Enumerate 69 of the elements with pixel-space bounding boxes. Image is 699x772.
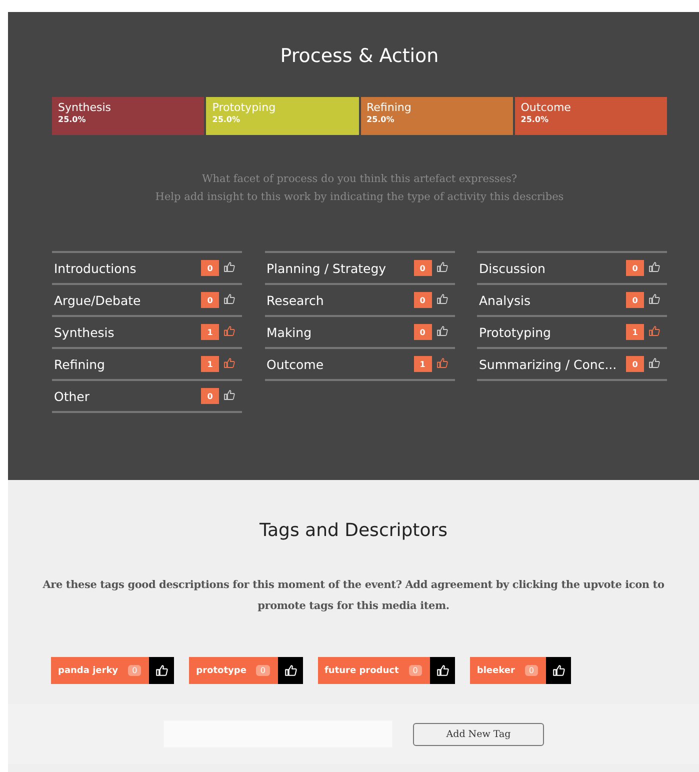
tag-count: 0	[128, 665, 142, 676]
segment-label: Refining	[366, 101, 412, 114]
tag-label: bleeker	[476, 666, 515, 676]
prompt-text: What facet of process do you think this artefact expresses?	[201, 173, 518, 185]
thumbs-up-icon[interactable]	[436, 324, 448, 336]
thumbs-up-icon[interactable]	[648, 356, 660, 368]
upvote-button[interactable]	[430, 657, 455, 684]
facet-label: Analysis	[479, 292, 532, 308]
segment-percent: 25.0%	[58, 115, 87, 124]
tag-count: 0	[256, 665, 270, 676]
tag-count: 0	[408, 665, 422, 676]
section-title: Process & Action	[279, 45, 440, 67]
segment-label: Prototyping	[212, 101, 277, 114]
vote-count: 0	[201, 260, 219, 276]
vote-count: 1	[626, 324, 644, 340]
segment-label: Synthesis	[58, 101, 112, 114]
vote-count: 1	[201, 356, 219, 372]
vote-count: 0	[626, 292, 644, 308]
add-tag-button[interactable]: Add New Tag	[413, 722, 544, 746]
thumbs-up-icon	[552, 664, 565, 677]
tag-label: future product	[324, 666, 399, 676]
segment-label: Outcome	[520, 101, 572, 114]
upvote-button[interactable]	[149, 657, 174, 684]
thumbs-up-icon	[155, 664, 168, 677]
section-title: Tags and Descriptors	[258, 520, 449, 541]
thumbs-up-icon[interactable]	[436, 356, 448, 368]
vote-count: 0	[414, 292, 432, 308]
vote-count: 0	[414, 324, 432, 340]
facet-label: Introductions	[54, 260, 138, 276]
thumbs-up-icon[interactable]	[223, 388, 235, 400]
vote-count: 1	[414, 356, 432, 372]
thumbs-up-icon[interactable]	[648, 292, 660, 304]
vote-count: 1	[201, 324, 219, 340]
vote-count: 0	[414, 260, 432, 276]
upvote-button[interactable]	[546, 657, 571, 684]
facet-label: Summarizing / Conc...	[479, 356, 618, 372]
thumbs-up-icon[interactable]	[436, 260, 448, 272]
facet-label: Synthesis	[54, 324, 116, 340]
facet-label: Planning / Strategy	[266, 260, 388, 276]
facet-label: Other	[54, 388, 90, 404]
segment-percent: 25.0%	[520, 115, 550, 124]
thumbs-up-icon[interactable]	[223, 292, 235, 304]
upvote-button[interactable]	[278, 657, 303, 684]
tag-label: panda jerky	[58, 666, 118, 676]
prompt-text: Are these tags good descriptions for this moment of the event? Add agreement by clicking the upvote icon to promote tags for this media item.	[42, 578, 666, 614]
thumbs-up-icon	[436, 664, 449, 677]
thumbs-up-icon[interactable]	[436, 292, 448, 304]
thumbs-up-icon[interactable]	[648, 324, 660, 336]
thumbs-up-icon	[284, 664, 297, 677]
facet-label: Discussion	[479, 260, 546, 276]
facet-label: Argue/Debate	[54, 292, 142, 308]
vote-count: 0	[626, 260, 644, 276]
thumbs-up-icon[interactable]	[223, 356, 235, 368]
tag-count: 0	[524, 665, 538, 676]
vote-count: 0	[201, 388, 219, 404]
prompt-text: Help add insight to this work by indicating the type of activity this describes	[154, 191, 565, 203]
tag-label: prototype	[196, 666, 246, 676]
facet-label: Prototyping	[479, 324, 552, 340]
facet-label: Refining	[54, 356, 106, 372]
facet-label: Making	[266, 324, 313, 340]
segment-percent: 25.0%	[212, 115, 242, 124]
facet-label: Outcome	[266, 356, 325, 372]
facet-label: Research	[266, 292, 325, 308]
segment-percent: 25.0%	[366, 115, 396, 124]
thumbs-up-icon[interactable]	[648, 260, 660, 272]
vote-count: 0	[626, 356, 644, 372]
thumbs-up-icon[interactable]	[223, 260, 235, 272]
vote-count: 0	[201, 292, 219, 308]
thumbs-up-icon[interactable]	[223, 324, 235, 336]
